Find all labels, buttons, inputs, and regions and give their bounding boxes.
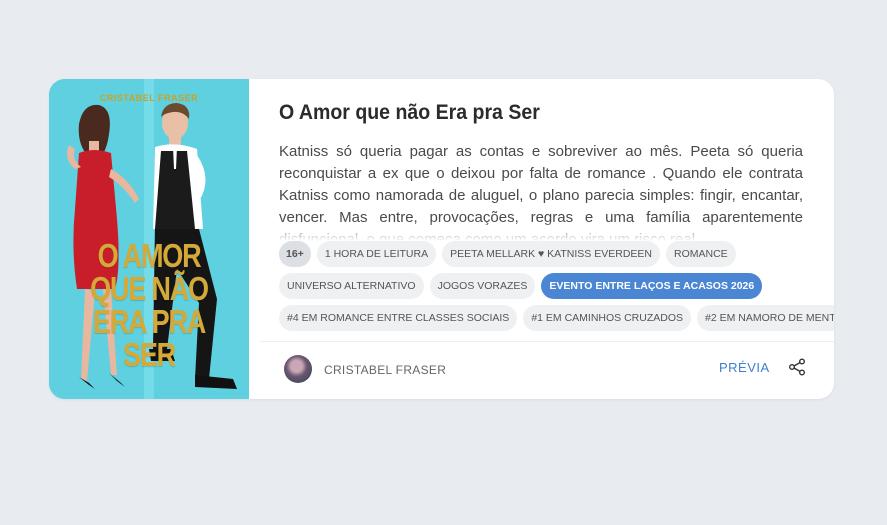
tag-fandom[interactable]: JOGOS VORAZES [429,273,536,299]
cover-title-text: O AMOR QUE NÃO ERA PRA SER [90,237,209,373]
tag-event[interactable]: EVENTO ENTRE LAÇOS E ACASOS 2026 [541,273,763,299]
story-title[interactable]: O Amor que não Era pra Ser [279,101,540,125]
tag-row: #4 EM ROMANCE ENTRE CLASSES SOCIAIS #1 E… [279,305,834,331]
tag-rank-romance[interactable]: #4 EM ROMANCE ENTRE CLASSES SOCIAIS [279,305,518,331]
tag-rank-caminhos[interactable]: #1 EM CAMINHOS CRUZADOS [523,305,691,331]
tag-row: UNIVERSO ALTERNATIVO JOGOS VORAZES EVENT… [279,273,809,299]
story-details: O Amor que não Era pra Ser Katniss só qu… [279,79,834,341]
tag-ship[interactable]: PEETA MELLARK ♥ KATNISS EVERDEEN [442,241,660,267]
tag-universe[interactable]: UNIVERSO ALTERNATIVO [279,273,424,299]
book-cover[interactable]: CRISTABEL FRASER O AMOR QUE NÃO ERA PRA … [49,79,249,399]
tag-reading-time: 1 HORA DE LEITURA [316,241,437,267]
tag-row: 16+ 1 HORA DE LEITURA PEETA MELLARK ♥ KA… [279,241,809,267]
preview-button[interactable]: PRÉVIA [719,360,770,375]
share-icon[interactable] [788,358,806,376]
author-avatar[interactable] [284,355,312,383]
tag-genre[interactable]: ROMANCE [666,241,736,267]
rating-badge: 16+ [279,241,311,267]
author-name[interactable]: CRISTABEL FRASER [324,363,446,377]
story-card: CRISTABEL FRASER O AMOR QUE NÃO ERA PRA … [49,79,834,399]
tag-rank-namoro[interactable]: #2 EM NAMORO DE MENTIRA [697,305,834,331]
tag-list: 16+ 1 HORA DE LEITURA PEETA MELLARK ♥ KA… [279,241,834,337]
story-synopsis: Katniss só queria pagar as contas e sobr… [279,143,803,241]
card-footer: CRISTABEL FRASER PRÉVIA [260,342,834,399]
cover-author-text: CRISTABEL FRASER [99,93,199,103]
